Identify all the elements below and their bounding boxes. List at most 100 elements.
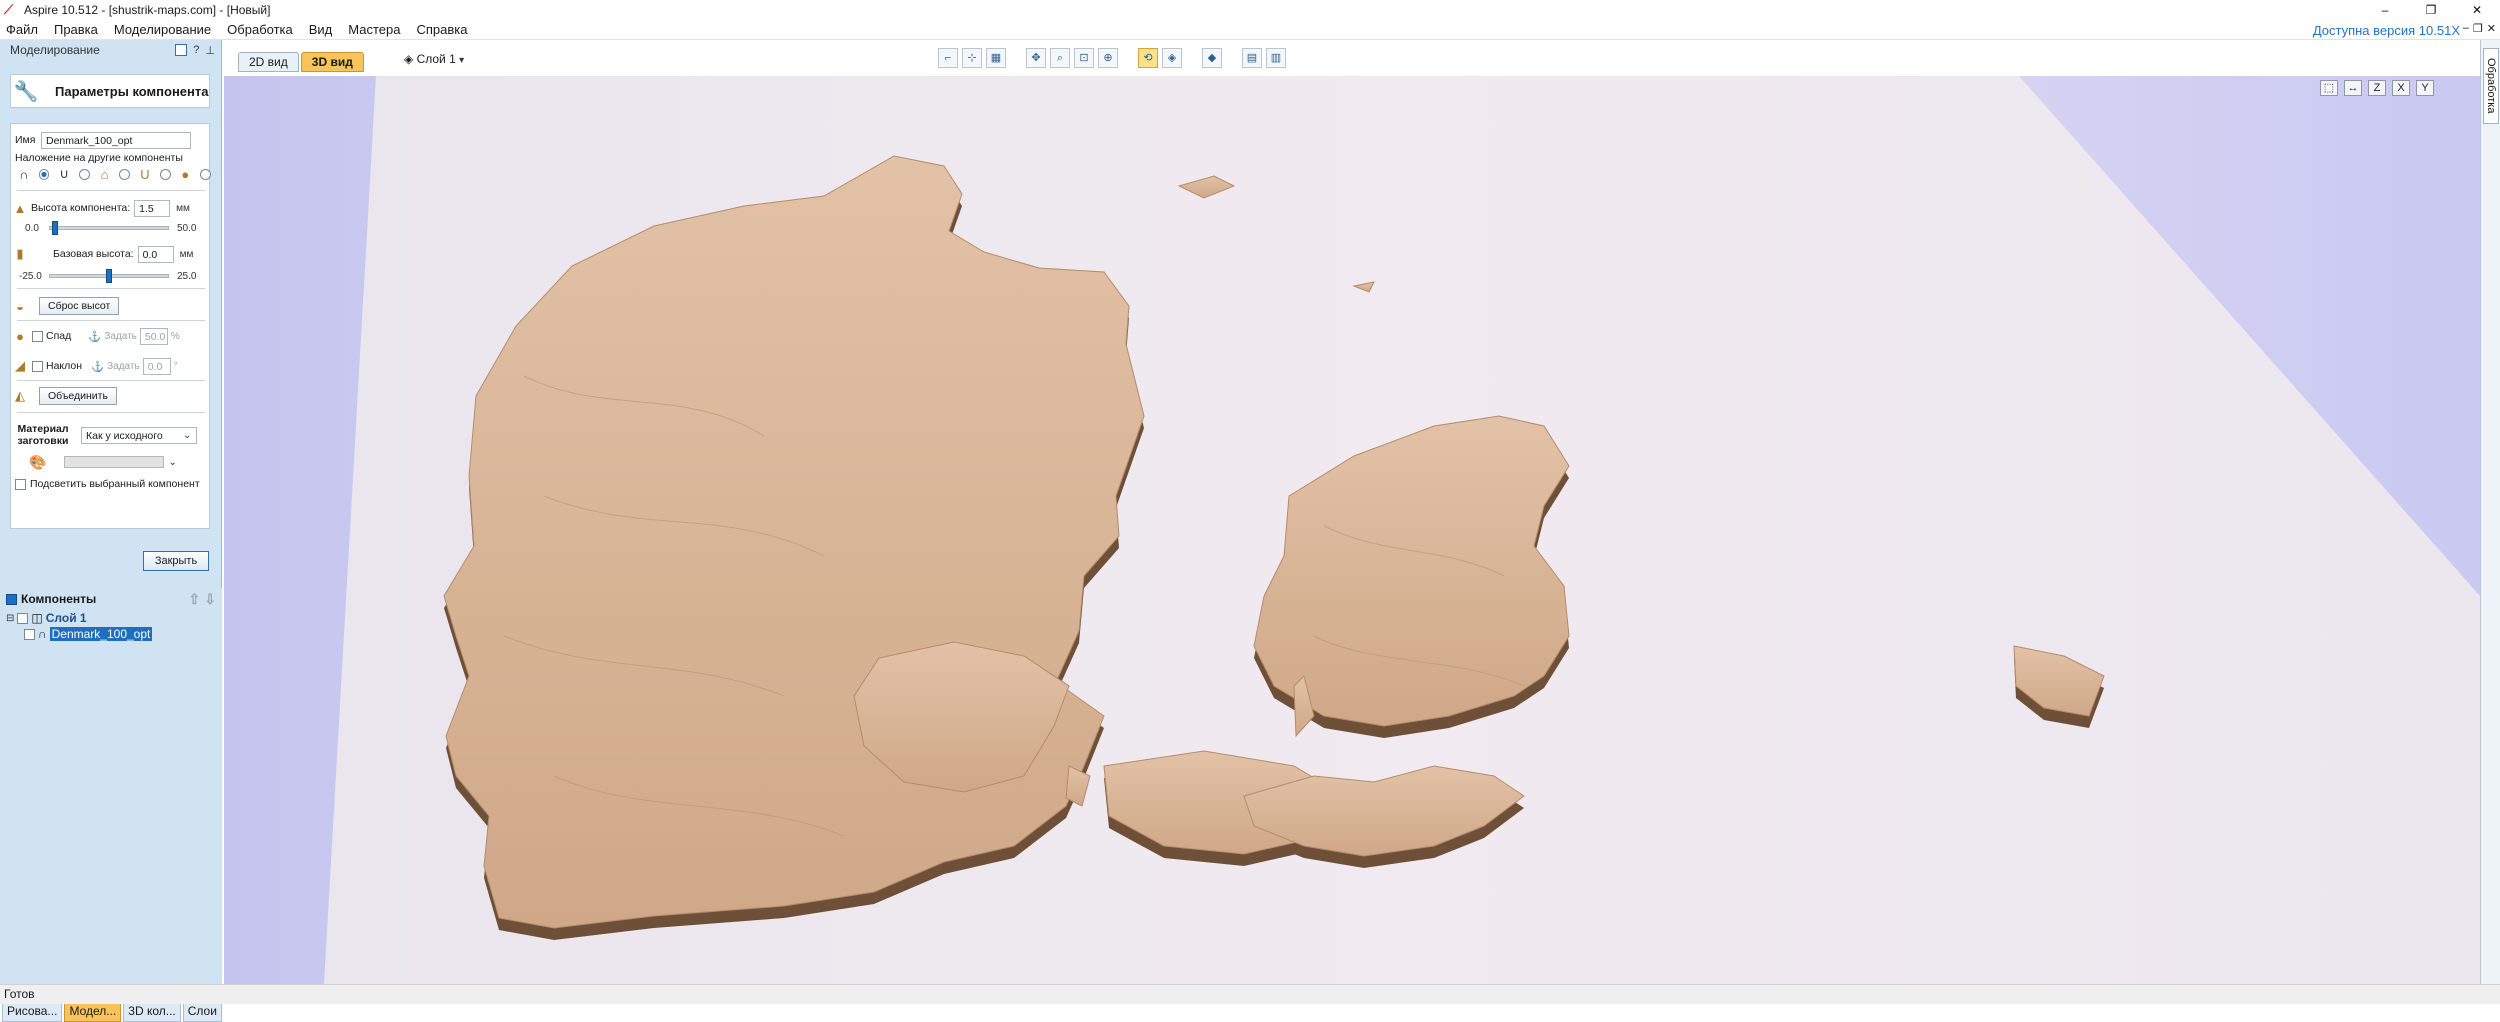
overlay-high-radio[interactable] xyxy=(119,168,131,180)
close-button[interactable]: Закрыть xyxy=(143,551,209,571)
reset-heights-button[interactable]: Сброс высот xyxy=(39,297,120,315)
material-color-swatch[interactable] xyxy=(64,456,165,468)
collapse-icon[interactable]: ⊟ xyxy=(6,613,14,624)
tilt-row: ◢ Наклон ⚓ Задать 0.0 ° xyxy=(11,356,211,376)
material-color-row: 🎨 ⌄ xyxy=(11,452,211,472)
material-select[interactable]: Как у исходного xyxy=(81,426,197,444)
pan-icon[interactable]: ✥ xyxy=(1026,48,1046,68)
view-tabs: 2D вид 3D вид xyxy=(238,52,364,72)
menu-edit[interactable]: Правка xyxy=(46,20,106,40)
z-view-button[interactable]: Z xyxy=(2368,80,2386,96)
menu-toolpaths[interactable]: Обработка xyxy=(219,20,301,40)
chevron-down-icon[interactable]: ⌄ xyxy=(183,430,191,441)
upgrade-link[interactable]: Доступна версия 10.51X xyxy=(2313,20,2460,42)
close-window-button[interactable]: ✕ xyxy=(2454,0,2500,20)
tab-3d-view[interactable]: 3D вид xyxy=(300,52,364,72)
x-view-button[interactable]: X xyxy=(2392,80,2410,96)
overlay-subtract-radio[interactable] xyxy=(78,168,90,180)
height-unit: мм xyxy=(176,202,190,214)
tilt-anchor-icon[interactable]: ⚓ xyxy=(91,360,104,373)
split-horizontal-icon[interactable]: ▤ xyxy=(1242,48,1262,68)
components-toggle-checkbox[interactable] xyxy=(6,593,17,605)
split-vertical-icon[interactable]: ▥ xyxy=(1266,48,1286,68)
select-icon[interactable]: ◈ xyxy=(1162,48,1182,68)
fade-input[interactable]: 50.0 xyxy=(139,327,168,345)
zoom-icon[interactable]: ⌕ xyxy=(1050,48,1070,68)
overlay-subtract-icon: ∪ xyxy=(59,166,69,181)
viewport-3d[interactable]: ⬚ ↔ Z X Y xyxy=(224,76,2480,984)
component-label[interactable]: Denmark_100_opt xyxy=(49,627,153,641)
component-visibility-checkbox[interactable] xyxy=(24,628,35,640)
overlay-low-radio[interactable] xyxy=(159,168,171,180)
iso-view-button[interactable]: ⬚ xyxy=(2320,80,2338,96)
layer-visibility-checkbox[interactable] xyxy=(17,612,29,624)
menu-file[interactable]: Файл xyxy=(0,20,46,40)
panel-header: Моделирование ? ⊥ xyxy=(0,40,221,60)
menu-view[interactable]: Вид xyxy=(301,20,341,40)
material-label: Материал заготовки xyxy=(17,423,69,447)
height-input[interactable]: 1.5 xyxy=(134,199,171,217)
reset-heights-icon: ◒ xyxy=(16,298,24,314)
move-up-icon[interactable]: ⇧ xyxy=(189,591,201,608)
pin-icon[interactable]: ⊥ xyxy=(205,44,215,57)
panel-layout-icon[interactable] xyxy=(175,43,188,56)
zoom-fit-icon[interactable]: ⊕ xyxy=(1098,48,1118,68)
components-tree: ⊟ ◫ Слой 1 ∩ Denmark_100_opt xyxy=(0,610,222,642)
height-slider[interactable] xyxy=(49,221,169,235)
overlay-options: ∩ ∪ ⌂ U ● xyxy=(11,164,211,184)
help-icon[interactable]: ? xyxy=(193,44,199,57)
menu-wizards[interactable]: Мастера xyxy=(340,20,408,40)
relief-scene xyxy=(324,76,2480,984)
overlay-multiply-radio[interactable] xyxy=(200,168,211,180)
tilt-checkbox[interactable] xyxy=(32,360,43,372)
axis-view-button[interactable]: ↔ xyxy=(2344,80,2362,96)
mdi-minimize-button[interactable]: – xyxy=(2463,22,2469,35)
fade-label: Спад xyxy=(46,330,72,342)
components-title: Компоненты xyxy=(21,592,97,606)
name-label: Имя xyxy=(15,134,36,146)
minimize-button[interactable]: – xyxy=(2362,0,2408,20)
mdi-close-button[interactable]: ✕ xyxy=(2487,22,2496,35)
tilt-unit: ° xyxy=(173,360,178,372)
window-title: Aspire 10.512 - [shustrik-maps.com] - [Н… xyxy=(24,3,271,17)
tilt-input[interactable]: 0.0 xyxy=(142,357,171,375)
mdi-restore-button[interactable]: ❐ xyxy=(2473,22,2483,35)
base-input[interactable]: 0.0 xyxy=(137,245,174,263)
rotate-view-icon[interactable]: ⟲ xyxy=(1138,48,1158,68)
layer-selector[interactable]: ◈ Слой 1 ▾ xyxy=(404,52,464,66)
tree-component-node[interactable]: ∩ Denmark_100_opt xyxy=(6,626,222,642)
name-input[interactable]: Denmark_100_opt xyxy=(41,131,191,149)
node-edit-icon[interactable]: ⊹ xyxy=(962,48,982,68)
merge-button[interactable]: Объединить xyxy=(39,387,117,405)
highlight-checkbox[interactable] xyxy=(15,478,26,490)
toolpaths-side-tab[interactable]: Обработка xyxy=(2483,48,2499,124)
height-slider-row: 0.0 50.0 xyxy=(11,218,211,238)
overlay-add-radio[interactable] xyxy=(38,168,50,180)
height-slider-knob[interactable] xyxy=(52,221,58,235)
base-min: -25.0 xyxy=(19,270,42,282)
tab-2d-view[interactable]: 2D вид xyxy=(238,52,299,72)
snap-icon[interactable]: ⌐ xyxy=(938,48,958,68)
name-row: Имя Denmark_100_opt xyxy=(11,130,211,150)
move-down-icon[interactable]: ⇩ xyxy=(204,591,216,608)
chevron-down-icon[interactable]: ⌄ xyxy=(168,457,176,468)
divider xyxy=(17,320,205,321)
menu-help[interactable]: Справка xyxy=(408,20,475,40)
fade-anchor-icon[interactable]: ⚓ xyxy=(88,330,101,343)
base-slider[interactable] xyxy=(49,269,169,283)
zoom-box-icon[interactable]: ⊡ xyxy=(1074,48,1094,68)
base-row: ▮ Базовая высота: 0.0 мм xyxy=(11,244,211,264)
material-shading-icon[interactable]: ◆ xyxy=(1202,48,1222,68)
restore-button[interactable]: ❐ xyxy=(2408,0,2454,20)
tree-layer-node[interactable]: ⊟ ◫ Слой 1 xyxy=(6,610,222,626)
palette-icon[interactable]: 🎨 xyxy=(29,454,46,471)
menu-modeling[interactable]: Моделирование xyxy=(106,20,219,40)
base-height-icon: ▮ xyxy=(16,246,24,261)
grid-icon[interactable]: ▦ xyxy=(986,48,1006,68)
base-slider-knob[interactable] xyxy=(106,269,112,283)
status-text: Готов xyxy=(4,987,35,1001)
fade-checkbox[interactable] xyxy=(32,330,43,342)
y-view-button[interactable]: Y xyxy=(2416,80,2434,96)
tilt-icon: ◢ xyxy=(15,358,25,373)
merge-row: ◭ Объединить xyxy=(11,386,211,406)
